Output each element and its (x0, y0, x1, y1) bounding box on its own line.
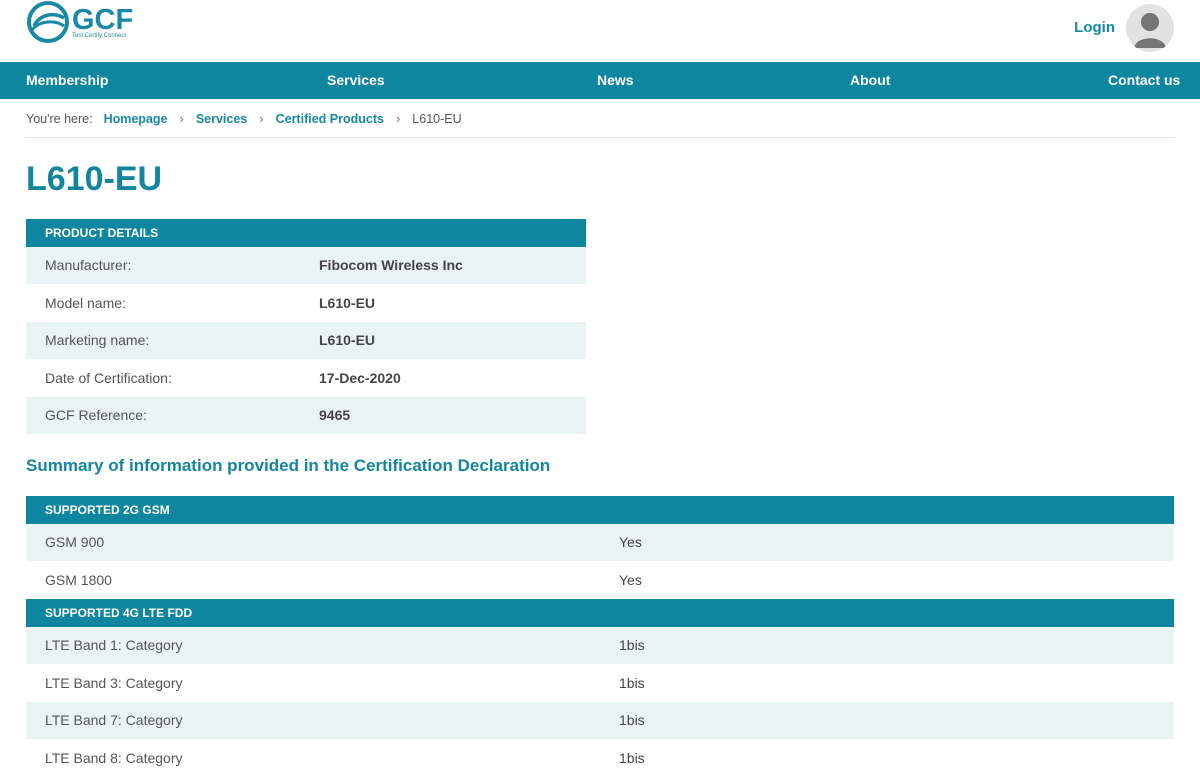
gcf-logo[interactable]: GCF Test Certify Connect (26, 0, 146, 44)
row-label: LTE Band 1: Category (45, 637, 183, 654)
breadcrumb: You're here: Homepage › Services › Certi… (26, 111, 462, 126)
logo-tagline: Test Certify Connect (72, 33, 127, 39)
row-value: Yes (619, 534, 642, 551)
row-label: LTE Band 3: Category (45, 674, 183, 691)
table-row: GCF Reference: 9465 (26, 397, 586, 435)
divider (26, 137, 1174, 138)
section-heading-2g-gsm: SUPPORTED 2G GSM (26, 496, 1174, 524)
table-row: Manufacturer: Fibocom Wireless Inc (26, 247, 586, 285)
row-value: Yes (619, 571, 642, 588)
product-details-heading: PRODUCT DETAILS (26, 219, 586, 247)
row-value: Fibocom Wireless Inc (319, 257, 463, 274)
row-value: 1bis (619, 749, 645, 766)
row-label: GSM 900 (45, 534, 105, 551)
main-nav: Membership Services News About Contact u… (0, 62, 1200, 99)
nav-contact-us[interactable]: Contact us (1108, 72, 1180, 88)
table-row: LTE Band 1: Category 1bis (26, 627, 1174, 665)
row-label: Manufacturer: (45, 257, 132, 274)
row-label: LTE Band 8: Category (45, 749, 183, 766)
nav-about[interactable]: About (850, 72, 890, 88)
table-row: Model name: L610-EU (26, 285, 586, 322)
table-row: LTE Band 3: Category 1bis (26, 665, 1174, 702)
certification-summary-table: SUPPORTED 2G GSM GSM 900 Yes GSM 1800 Ye… (26, 496, 1174, 777)
row-value: 1bis (619, 637, 645, 654)
site-header: GCF Test Certify Connect Login (0, 0, 1200, 62)
row-value: 17-Dec-2020 (319, 369, 401, 386)
table-row: Marketing name: L610-EU (26, 322, 586, 360)
breadcrumb-certified-products[interactable]: Certified Products (276, 112, 384, 126)
user-avatar-icon[interactable] (1126, 4, 1174, 52)
row-value: 9465 (319, 407, 351, 424)
table-row: LTE Band 8: Category 1bis (26, 740, 1174, 777)
summary-title: Summary of information provided in the C… (26, 456, 551, 475)
section-heading-4g-lte-fdd: SUPPORTED 4G LTE FDD (26, 599, 1174, 627)
row-value: 1bis (619, 674, 645, 691)
table-row: GSM 900 Yes (26, 524, 1174, 562)
row-value: L610-EU (319, 294, 376, 311)
login-link[interactable]: Login (1074, 19, 1115, 36)
breadcrumb-homepage[interactable]: Homepage (104, 112, 168, 126)
row-label: GSM 1800 (45, 571, 112, 588)
nav-services[interactable]: Services (327, 72, 385, 88)
row-label: GCF Reference: (45, 407, 147, 424)
table-row: LTE Band 7: Category 1bis (26, 702, 1174, 740)
breadcrumb-label: You're here: (26, 111, 93, 126)
chevron-right-icon: › (179, 111, 184, 126)
table-row: GSM 1800 Yes (26, 562, 1174, 599)
breadcrumb-current: L610-EU (412, 111, 462, 126)
table-row: Date of Certification: 17-Dec-2020 (26, 360, 586, 397)
row-label: Model name: (45, 294, 126, 311)
nav-membership[interactable]: Membership (26, 72, 108, 88)
chevron-right-icon: › (259, 111, 264, 126)
row-label: Date of Certification: (45, 369, 172, 386)
nav-news[interactable]: News (597, 72, 634, 88)
gcf-logo-icon (27, 1, 69, 43)
breadcrumb-services[interactable]: Services (196, 112, 247, 126)
page-title: L610-EU (26, 160, 163, 198)
chevron-right-icon: › (395, 111, 401, 126)
row-label: Marketing name: (45, 332, 150, 349)
row-value: 1bis (619, 712, 645, 729)
row-label: LTE Band 7: Category (45, 712, 183, 729)
row-value: L610-EU (319, 332, 376, 349)
product-details-table: PRODUCT DETAILS Manufacturer: Fibocom Wi… (26, 219, 586, 435)
